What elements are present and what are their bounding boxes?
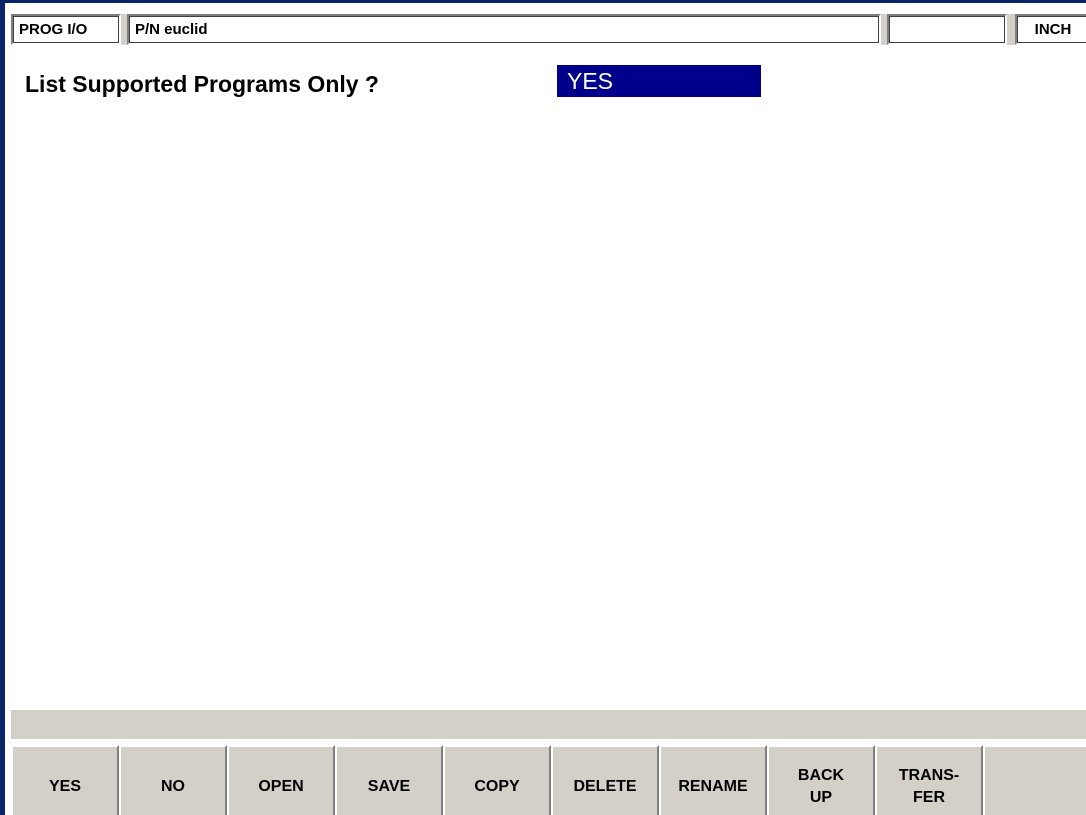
softkey-copy[interactable]: COPY	[443, 745, 551, 815]
softkey-no[interactable]: NO	[119, 745, 227, 815]
status-field-blank	[887, 14, 1007, 45]
prompt-value-field[interactable]: YES	[557, 65, 763, 99]
softkey-blank[interactable]	[983, 745, 1086, 815]
cnc-screen: PROG I/O P/N euclid INCH List Supported …	[0, 0, 1086, 815]
softkey-transfer[interactable]: TRANS- FER	[875, 745, 983, 815]
part-number-display: P/N euclid	[127, 14, 881, 45]
softkey-delete[interactable]: DELETE	[551, 745, 659, 815]
message-bar	[11, 708, 1086, 741]
softkey-open[interactable]: OPEN	[227, 745, 335, 815]
softkey-row: YES NO OPEN SAVE COPY DELETE RENAME BACK…	[11, 745, 1086, 815]
softkey-yes[interactable]: YES	[11, 745, 119, 815]
status-bar: PROG I/O P/N euclid INCH	[11, 14, 1086, 45]
softkey-save[interactable]: SAVE	[335, 745, 443, 815]
units-indicator: INCH	[1015, 14, 1086, 45]
softkey-backup[interactable]: BACK UP	[767, 745, 875, 815]
softkey-rename[interactable]: RENAME	[659, 745, 767, 815]
prompt-label: List Supported Programs Only ?	[25, 71, 379, 97]
mode-indicator: PROG I/O	[11, 14, 121, 45]
